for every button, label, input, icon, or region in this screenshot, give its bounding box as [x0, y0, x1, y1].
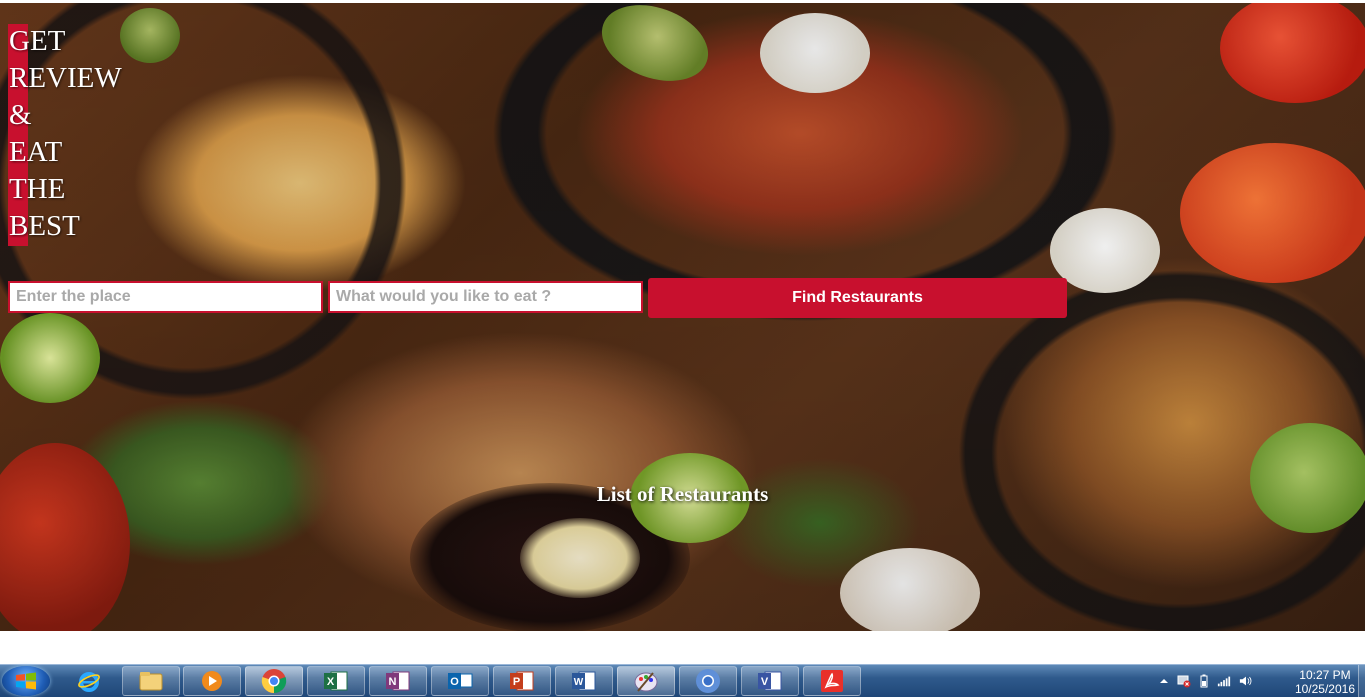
battery-icon[interactable] — [1197, 674, 1211, 688]
taskbar-app-outlook[interactable]: O — [431, 666, 489, 696]
tagline-line: EAT — [9, 136, 63, 168]
restaurant-list-heading: List of Restaurants — [0, 482, 1365, 507]
show-hidden-icons-icon[interactable] — [1157, 674, 1171, 688]
signal-strength-icon[interactable] — [1217, 674, 1231, 688]
brand-tagline: GET REVIEW & EAT THE BEST — [9, 23, 122, 245]
svg-text:V: V — [761, 676, 769, 688]
taskbar-app-excel[interactable]: X — [307, 666, 365, 696]
svg-text:X: X — [327, 676, 335, 688]
excel-icon: X — [324, 671, 348, 691]
ie-icon — [78, 672, 100, 692]
taskbar-app-word[interactable]: W — [555, 666, 613, 696]
svg-text:W: W — [574, 677, 584, 688]
list-heading-text: List of Restaurants — [596, 482, 769, 506]
acrobat-icon — [821, 670, 843, 692]
find-restaurants-button[interactable]: Find Restaurants — [648, 278, 1067, 318]
svg-text:P: P — [513, 676, 520, 688]
taskbar-app-paint[interactable] — [617, 666, 675, 696]
taskbar-app-onenote[interactable]: N — [369, 666, 427, 696]
taskbar-app-acrobat[interactable] — [803, 666, 861, 696]
tagline-line: & — [9, 99, 32, 131]
visio-icon: V — [758, 671, 782, 691]
system-tray: 10:27 PM 10/25/2016 — [1155, 665, 1365, 697]
outlook-icon: O — [448, 673, 473, 689]
tagline-line: GET — [9, 25, 66, 57]
media-player-icon — [202, 671, 222, 691]
volume-icon[interactable] — [1239, 674, 1253, 688]
taskbar-app-file-explorer[interactable] — [122, 666, 180, 696]
taskbar-app-internet-explorer[interactable] — [60, 666, 118, 696]
tagline-line: THE — [9, 173, 66, 205]
tagline-line: REVIEW — [9, 62, 122, 94]
taskbar-app-visio[interactable]: V — [741, 666, 799, 696]
place-input[interactable] — [8, 281, 323, 313]
folder-icon — [139, 672, 163, 691]
paint-icon — [634, 672, 658, 692]
clock-time: 10:27 PM — [1299, 668, 1351, 682]
network-error-icon[interactable] — [1177, 674, 1191, 688]
windows-taskbar: X N O P W V 10:27 PM 10/25/2016 — [0, 664, 1365, 697]
show-desktop-button[interactable] — [1358, 665, 1365, 697]
system-clock[interactable]: 10:27 PM 10/25/2016 — [1295, 668, 1355, 696]
onenote-icon: N — [386, 671, 410, 691]
tagline-line: BEST — [9, 210, 80, 242]
taskbar-app-media-player[interactable] — [183, 666, 241, 696]
food-input[interactable] — [328, 281, 643, 313]
taskbar-app-powerpoint[interactable]: P — [493, 666, 551, 696]
powerpoint-icon: P — [510, 671, 534, 691]
chrome-icon — [261, 669, 287, 694]
start-button[interactable] — [2, 666, 50, 696]
word-icon: W — [572, 671, 596, 691]
taskbar-app-chrome-second[interactable] — [679, 666, 737, 696]
windows-logo-icon — [16, 672, 36, 690]
svg-text:N: N — [389, 676, 397, 688]
taskbar-app-chrome[interactable] — [245, 666, 303, 696]
svg-text:O: O — [450, 676, 459, 688]
clock-date: 10/25/2016 — [1294, 682, 1355, 696]
chrome-icon — [696, 669, 720, 693]
